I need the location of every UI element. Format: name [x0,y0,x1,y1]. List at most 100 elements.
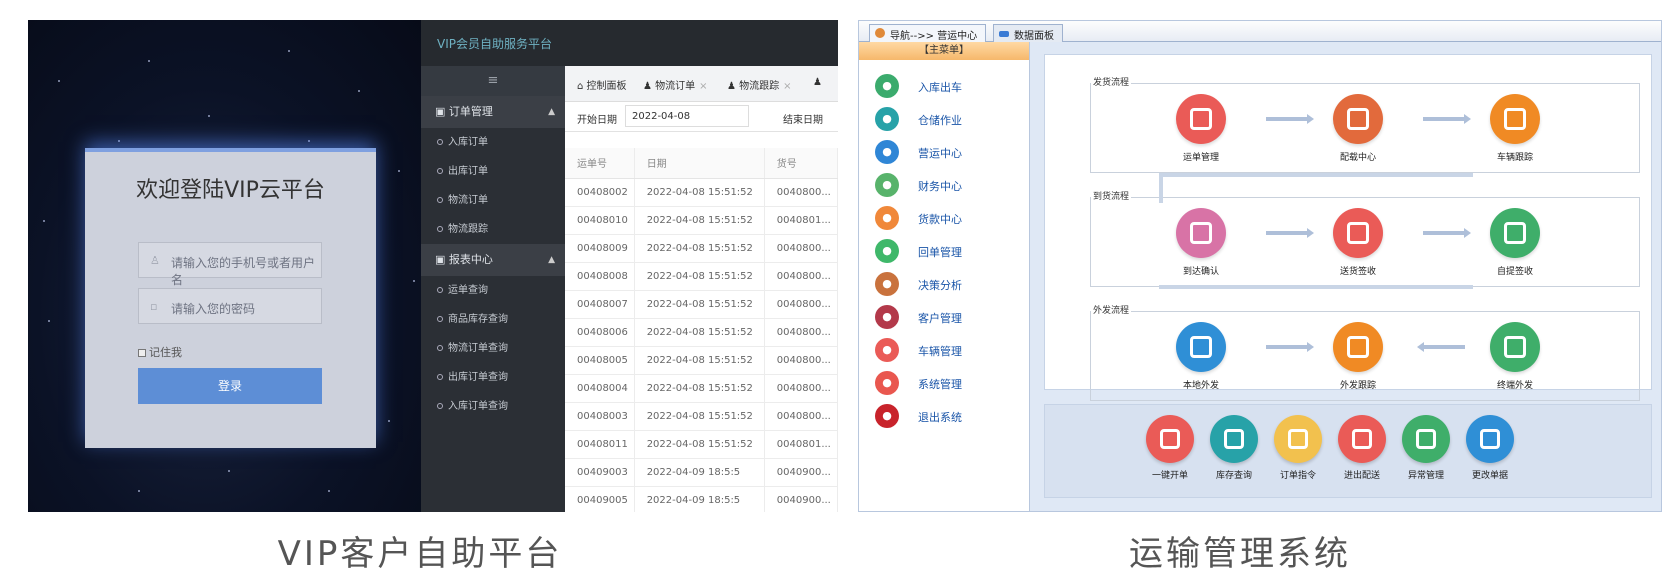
column-header[interactable]: 日期 [634,148,765,179]
table-cell: 2022-04-09 18:5:5 [634,486,765,512]
table-row[interactable]: 00408003 2022-04-08 15:51:52 0040800... [565,402,838,431]
edit-icon [1146,415,1194,463]
sidebar-item[interactable]: 物流订单查询 [421,334,565,363]
column-header[interactable]: 运单号 [565,148,635,179]
star [358,90,360,92]
menu-item-label: 财务中心 [918,180,962,193]
sidebar-item[interactable]: 运单查询 [421,276,565,305]
flow-node[interactable]: 本地外发 [1161,322,1241,391]
star [48,320,50,322]
flow-connector [1159,285,1473,289]
star [388,420,390,422]
sidebar-item-label: 出库订单 [448,166,488,177]
sidebar-group-1[interactable]: ▣ 报表中心 ▲ [421,244,565,276]
table-row[interactable]: 00409003 2022-04-09 18:5:5 0040900... [565,458,838,487]
quick-action-label: 异常管理 [1407,471,1444,481]
sidebar-item[interactable]: 出库订单查询 [421,363,565,392]
table-row[interactable]: 00408007 2022-04-08 15:51:52 0040800... [565,290,838,319]
menu-item-icon: ● [875,371,899,395]
sidebar-item[interactable]: 入库订单查询 [421,392,565,421]
flow-node[interactable]: 到达确认 [1161,208,1241,277]
sidebar-item[interactable]: 出库订单 [421,157,565,186]
table-row[interactable]: 00408006 2022-04-08 15:51:52 0040800... [565,318,838,347]
table-row[interactable]: 00408008 2022-04-08 15:51:52 0040800... [565,262,838,291]
password-input[interactable]: ▫ 请输入您的密码 [138,288,322,324]
tab-logistics-orders[interactable]: ♟ 物流订单 × [643,77,708,92]
table-row[interactable]: 00408009 2022-04-08 15:51:52 0040800... [565,234,838,263]
flow-node[interactable]: 送货签收 [1318,208,1398,277]
table-row[interactable]: 00409005 2022-04-09 18:5:5 0040900... [565,486,838,512]
glyph [1352,429,1372,449]
tab-operations-center[interactable]: 导航-->> 营运中心 [869,24,987,42]
table-cell: 2022-04-08 15:51:52 [634,430,765,459]
star [138,490,140,492]
sidebar-item-label: 物流跟踪 [448,224,488,235]
table-cell: 0040800... [764,402,838,431]
sidebar-item[interactable]: 入库订单 [421,128,565,157]
star [413,280,415,282]
start-date-input[interactable]: 2022-04-08 [625,105,749,127]
sidebar-item[interactable]: 物流订单 [421,186,565,215]
login-button[interactable]: 登录 [138,368,322,404]
flow-node[interactable]: 自提签收 [1475,208,1555,277]
flow-node[interactable]: 车辆跟踪 [1475,94,1555,163]
column-header[interactable]: 货号 [764,148,838,179]
flow-node[interactable]: 外发跟踪 [1318,322,1398,391]
user-icon: ♙ [150,254,160,267]
menu-toggle-icon[interactable]: ≡ [421,66,565,96]
menu-item-icon: ● [875,206,899,230]
username-input[interactable]: ♙ 请输入您的手机号或者用户名 [138,242,322,287]
table-row[interactable]: 00408005 2022-04-08 15:51:52 0040800... [565,346,838,375]
quick-action-button[interactable]: 一键开单 [1135,415,1205,481]
radio-dot-icon [437,197,443,203]
tab-label: 数据面板 [1014,31,1054,42]
table-row[interactable]: 00408010 2022-04-08 15:51:52 0040801... [565,206,838,235]
checkbox-box[interactable] [138,349,146,357]
table-cell: 2022-04-08 15:51:52 [634,318,765,347]
remember-me-checkbox[interactable]: 记住我 [138,344,182,360]
quick-action-label: 一键开单 [1151,471,1188,481]
flow-connector [1159,173,1163,203]
tab-data-panel[interactable]: 数据面板 [993,24,1063,42]
flow-node-label: 外发跟踪 [1339,381,1376,391]
menu-item-label: 回单管理 [918,246,962,259]
glyph [1504,108,1526,130]
table-row[interactable]: 00408002 2022-04-08 15:51:52 0040800... [565,178,838,207]
star [328,490,330,492]
flow-arrow [1266,114,1314,124]
tab-logistics-tracking[interactable]: ♟ 物流跟踪 × [727,77,792,92]
table-cell: 00408004 [565,374,635,403]
close-icon[interactable]: × [783,81,791,92]
remember-me-label: 记住我 [149,346,182,359]
table-cell: 2022-04-08 15:51:52 [634,290,765,319]
tab-dashboard[interactable]: ⌂ 控制面板 [577,77,627,92]
quick-action-button[interactable]: 库存查询 [1199,415,1269,481]
flow-node[interactable]: 终端外发 [1475,322,1555,391]
flow-node-label: 本地外发 [1182,381,1219,391]
table-row[interactable]: 00408011 2022-04-08 15:51:52 0040801... [565,430,838,459]
star [228,470,230,472]
sidebar-item-label: 物流订单查询 [448,343,508,354]
menu-item-icon: ● [875,305,899,329]
close-icon[interactable]: × [699,81,707,92]
quick-action-button[interactable]: 订单指令 [1263,415,1333,481]
user-icon: ♟ [813,77,822,88]
quick-action-button[interactable]: 更改单据 [1455,415,1525,481]
sidebar-item[interactable]: 物流跟踪 [421,215,565,244]
star [43,220,45,222]
table-cell: 2022-04-08 15:51:52 [634,206,765,235]
sidebar-group-0[interactable]: ▣ 订单管理 ▲ [421,96,565,128]
main-menu: 【主菜单】 ● 入库出车 ● 仓储作业 ● 营运中心 ● 财务中心 ● 货款中心 ● 回单管理 ● 决策分… [859,42,1030,511]
table-cell: 2022-04-08 15:51:52 [634,346,765,375]
sidebar-item[interactable]: 商品库存查询 [421,305,565,334]
table-row[interactable]: 00408004 2022-04-08 15:51:52 0040800... [565,374,838,403]
quick-action-button[interactable]: 进出配送 [1327,415,1397,481]
flow-node[interactable]: 运单管理 [1161,94,1241,163]
quick-action-button[interactable]: 异常管理 [1391,415,1461,481]
sidebar-groups: ▣ 订单管理 ▲ 入库订单出库订单物流订单物流跟踪 ▣ 报表中心 ▲ 运单查询 商品库存查询… [421,96,565,421]
tab-more[interactable]: ♟ [813,77,822,88]
flow-section-label: 发货流程 [1091,75,1132,88]
radio-dot-icon [437,226,443,232]
flow-node[interactable]: 配载中心 [1318,94,1398,163]
table-cell: 0040800... [764,290,838,319]
